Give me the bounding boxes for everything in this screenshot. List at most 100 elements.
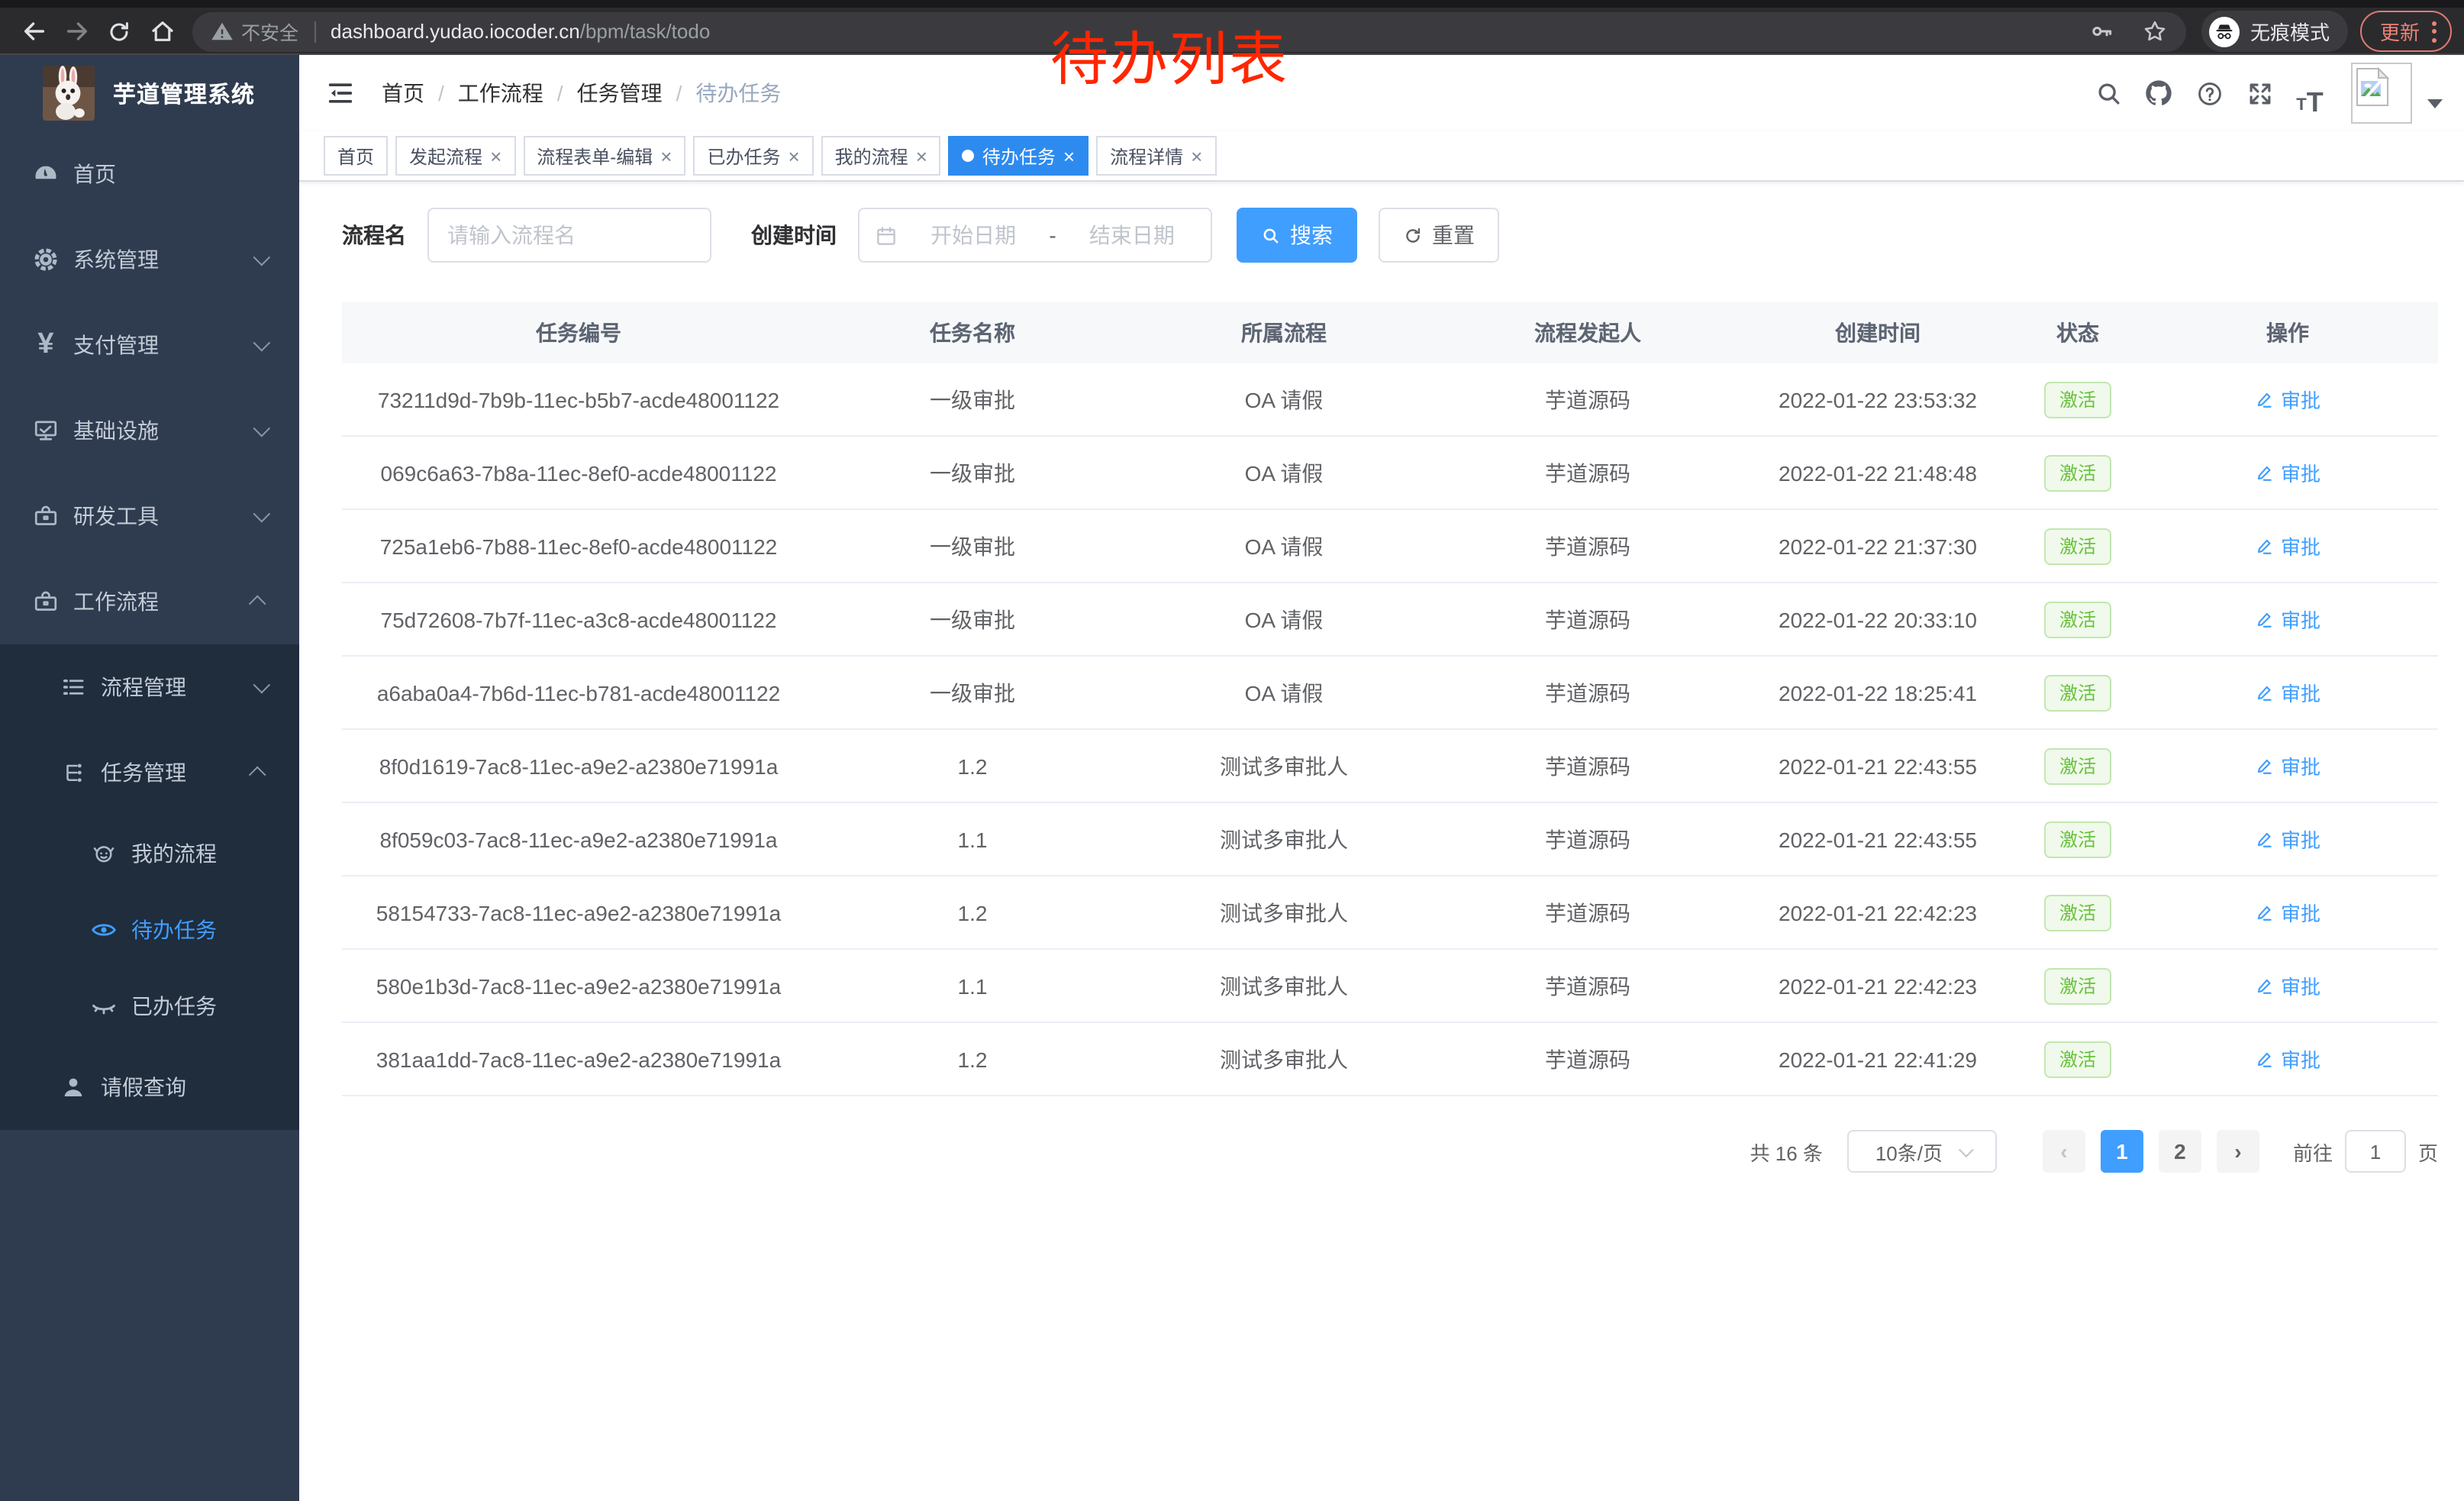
tab-form-edit[interactable]: 流程表单-编辑× — [523, 136, 685, 176]
search-button[interactable]: 搜索 — [1237, 208, 1357, 263]
status-badge: 激活 — [2044, 454, 2111, 491]
breadcrumb-item-home[interactable]: 首页 — [382, 78, 424, 108]
close-icon[interactable]: × — [1191, 146, 1202, 166]
approve-link[interactable]: 审批 — [2255, 458, 2320, 487]
sidebar-item-process-manage[interactable]: 流程管理 — [0, 644, 299, 730]
cell-actions: 审批 — [2137, 678, 2438, 707]
github-icon[interactable] — [2136, 70, 2182, 116]
sidebar-item-leave-query[interactable]: 请假查询 — [0, 1044, 299, 1130]
avatar-broken-image[interactable] — [2351, 63, 2412, 124]
close-icon[interactable]: × — [1063, 146, 1075, 166]
approve-link[interactable]: 审批 — [2255, 531, 2320, 560]
toolbox-icon — [32, 502, 60, 530]
breadcrumb-item-task-manage[interactable]: 任务管理 — [577, 78, 663, 108]
sidebar-fold-icon[interactable] — [321, 73, 360, 113]
sidebar-item-infra[interactable]: 基础设施 — [0, 388, 299, 473]
sidebar-item-my-process[interactable]: 我的流程 — [0, 815, 299, 892]
filter-form: 流程名 创建时间 开始日期 - 结束日期 — [342, 208, 2438, 263]
breadcrumb-item-workflow[interactable]: 工作流程 — [458, 78, 543, 108]
edit-icon — [2255, 976, 2275, 996]
sidebar-item-devtools[interactable]: 研发工具 — [0, 473, 299, 559]
fullscreen-icon[interactable] — [2237, 70, 2282, 116]
approve-link[interactable]: 审批 — [2255, 898, 2320, 927]
page-size-select[interactable]: 10条/页 — [1847, 1130, 1997, 1173]
bookmark-star-icon[interactable] — [2142, 18, 2168, 44]
sidebar-item-workflow[interactable]: 工作流程 — [0, 559, 299, 644]
page-content: 流程名 创建时间 开始日期 - 结束日期 — [299, 182, 2464, 1501]
close-icon[interactable]: × — [490, 146, 502, 166]
tab-home[interactable]: 首页 — [324, 136, 388, 176]
cell-task-name: 一级审批 — [815, 384, 1130, 415]
goto-label: 前往 — [2293, 1137, 2333, 1166]
approve-link[interactable]: 审批 — [2255, 971, 2320, 1000]
incognito-badge: 无痕模式 — [2201, 11, 2348, 52]
goto-page-input[interactable] — [2345, 1130, 2406, 1173]
page-1-button[interactable]: 1 — [2101, 1130, 2143, 1173]
cell-actions: 审批 — [2137, 385, 2438, 414]
col-task-id: 任务编号 — [342, 318, 815, 348]
approve-link[interactable]: 审批 — [2255, 751, 2320, 780]
avatar-dropdown-caret-icon[interactable] — [2427, 99, 2443, 108]
prev-page-button[interactable]: ‹ — [2043, 1130, 2085, 1173]
security-warning-icon[interactable] — [211, 20, 234, 43]
help-icon[interactable] — [2186, 70, 2232, 116]
sidebar-item-label: 首页 — [73, 159, 116, 189]
font-size-icon[interactable]: TT — [2287, 70, 2333, 116]
chevron-down-icon — [253, 249, 271, 266]
approve-link[interactable]: 审批 — [2255, 678, 2320, 707]
table-row: 8f0d1619-7ac8-11ec-a9e2-a2380e71991a 1.2… — [342, 730, 2438, 803]
process-name-input[interactable] — [427, 208, 711, 263]
approve-link[interactable]: 审批 — [2255, 385, 2320, 414]
reload-icon[interactable] — [98, 10, 140, 53]
approve-link[interactable]: 审批 — [2255, 825, 2320, 854]
cell-create-time: 2022-01-21 22:42:23 — [1737, 900, 2018, 925]
search-icon[interactable] — [2085, 70, 2131, 116]
edit-icon — [2255, 389, 2275, 409]
cell-create-time: 2022-01-22 21:37:30 — [1737, 534, 2018, 558]
home-icon[interactable] — [140, 10, 183, 53]
close-icon[interactable]: × — [916, 146, 927, 166]
sidebar-item-label: 已办任务 — [131, 991, 217, 1022]
cell-task-name: 一级审批 — [815, 531, 1130, 561]
approve-label: 审批 — [2281, 458, 2320, 487]
date-range-picker[interactable]: 开始日期 - 结束日期 — [858, 208, 1212, 263]
sidebar-item-payment[interactable]: ¥ 支付管理 — [0, 302, 299, 388]
tab-start-process[interactable]: 发起流程× — [395, 136, 515, 176]
approve-link[interactable]: 审批 — [2255, 1044, 2320, 1073]
tab-done-tasks[interactable]: 已办任务× — [693, 136, 813, 176]
cell-process: OA 请假 — [1130, 604, 1438, 634]
close-icon[interactable]: × — [660, 146, 672, 166]
browser-update-button[interactable]: 更新 — [2360, 11, 2452, 52]
sidebar-item-home[interactable]: 首页 — [0, 131, 299, 217]
back-icon[interactable] — [12, 10, 55, 53]
sidebar-item-todo-tasks[interactable]: 待办任务 — [0, 892, 299, 968]
incognito-icon — [2209, 16, 2240, 47]
chevron-down-icon — [253, 334, 271, 352]
briefcase-icon — [32, 588, 60, 615]
approve-link[interactable]: 审批 — [2255, 605, 2320, 634]
tab-my-process[interactable]: 我的流程× — [821, 136, 941, 176]
cell-create-time: 2022-01-21 22:43:55 — [1737, 754, 2018, 778]
close-icon[interactable]: × — [788, 146, 799, 166]
reset-button[interactable]: 重置 — [1379, 208, 1499, 263]
eye-closed-icon — [90, 993, 118, 1020]
password-key-icon[interactable] — [2088, 18, 2114, 44]
sidebar-item-system[interactable]: 系统管理 — [0, 217, 299, 302]
address-bar[interactable]: 不安全 dashboard.yudao.iocoder.cn/bpm/task/… — [192, 11, 2186, 51]
sidebar-logo-bar: 芋道管理系统 — [0, 55, 299, 131]
page-2-button[interactable]: 2 — [2159, 1130, 2201, 1173]
tab-process-detail[interactable]: 流程详情× — [1096, 136, 1216, 176]
next-page-button[interactable]: › — [2217, 1130, 2259, 1173]
tab-todo-tasks[interactable]: 待办任务× — [949, 136, 1088, 176]
gear-icon — [32, 246, 60, 273]
eye-open-icon — [90, 916, 118, 944]
forward-icon[interactable] — [55, 10, 98, 53]
app-logo — [43, 66, 95, 121]
cell-create-time: 2022-01-22 18:25:41 — [1737, 680, 2018, 705]
breadcrumb-separator: / — [557, 81, 563, 105]
sidebar-item-done-tasks[interactable]: 已办任务 — [0, 968, 299, 1044]
chevron-down-icon — [253, 420, 271, 437]
browser-menu-icon[interactable] — [2432, 21, 2437, 42]
sidebar-item-task-manage[interactable]: 任务管理 — [0, 730, 299, 815]
sidebar-item-label: 研发工具 — [73, 501, 159, 531]
